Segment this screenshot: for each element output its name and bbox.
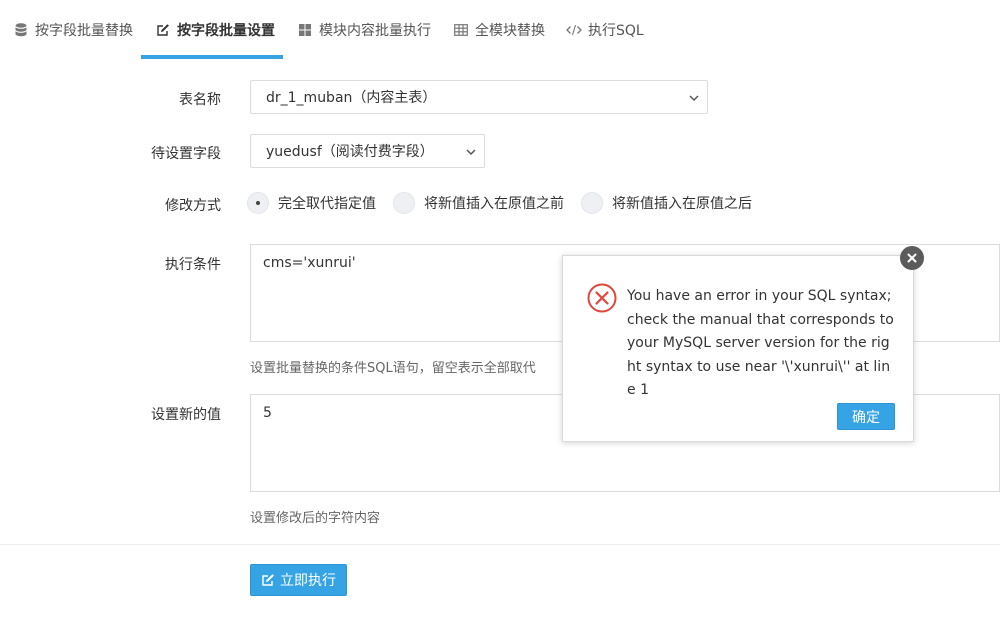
mode-option-insert-after[interactable]: 将新值插入在原值之后 [581, 192, 752, 214]
new-value-label: 设置新的值 [151, 407, 221, 423]
radio-label: 完全取代指定值 [278, 196, 376, 212]
error-dialog: You have an error in your SQL syntax; ch… [562, 255, 914, 442]
mode-option-replace[interactable]: 完全取代指定值 [247, 192, 376, 214]
tab-field-set[interactable]: 按字段批量设置 [155, 0, 275, 60]
execute-button[interactable]: 立即执行 [250, 564, 347, 596]
new-value-help-text: 设置修改后的字符内容 [250, 511, 381, 526]
table-name-label: 表名称 [179, 92, 221, 108]
tab-bar: 按字段批量替换 按字段批量设置 模块内容批量执行 全模块替换 执行SQL [0, 0, 1000, 60]
mode-label: 修改方式 [165, 198, 221, 214]
radio-unchecked-icon [393, 192, 415, 214]
mode-radio-group: 完全取代指定值 将新值插入在原值之前 将新值插入在原值之后 [247, 190, 769, 216]
chevron-down-icon [689, 95, 699, 102]
tab-label: 模块内容批量执行 [319, 23, 431, 39]
radio-unchecked-icon [581, 192, 603, 214]
tab-label: 执行SQL [588, 23, 644, 39]
table-icon [453, 22, 469, 38]
field-select[interactable]: yuedusf（阅读付费字段） [250, 134, 485, 168]
tab-label: 按字段批量设置 [177, 23, 275, 39]
radio-label: 将新值插入在原值之前 [424, 196, 564, 212]
tab-module-exec[interactable]: 模块内容批量执行 [297, 0, 431, 60]
radio-label: 将新值插入在原值之后 [612, 196, 752, 212]
chevron-down-icon [466, 149, 476, 156]
tab-exec-sql[interactable]: 执行SQL [566, 0, 644, 60]
error-message: You have an error in your SQL syntax; ch… [627, 288, 894, 398]
tab-all-module-replace[interactable]: 全模块替换 [453, 0, 545, 60]
field-value: yuedusf（阅读付费字段） [266, 144, 434, 160]
condition-label: 执行条件 [165, 257, 221, 273]
field-label: 待设置字段 [151, 146, 221, 162]
active-tab-indicator [141, 55, 283, 59]
error-icon [587, 283, 617, 313]
edit-icon [155, 22, 171, 38]
tab-label: 按字段批量替换 [35, 23, 133, 39]
condition-help-text: 设置批量替换的条件SQL语句，留空表示全部取代 [250, 361, 536, 376]
edit-icon [261, 573, 275, 587]
tab-label: 全模块替换 [475, 23, 545, 39]
database-icon [13, 22, 29, 38]
table-name-select[interactable]: dr_1_muban（内容主表） [250, 80, 708, 114]
close-icon[interactable] [900, 246, 924, 270]
mode-option-insert-before[interactable]: 将新值插入在原值之前 [393, 192, 564, 214]
execute-button-label: 立即执行 [280, 573, 336, 589]
tab-field-replace[interactable]: 按字段批量替换 [13, 0, 133, 60]
radio-checked-icon [247, 192, 269, 214]
grid-icon [297, 22, 313, 38]
divider [0, 544, 1000, 545]
table-name-value: dr_1_muban（内容主表） [266, 90, 437, 106]
confirm-button[interactable]: 确定 [837, 403, 895, 430]
code-icon [566, 22, 582, 38]
